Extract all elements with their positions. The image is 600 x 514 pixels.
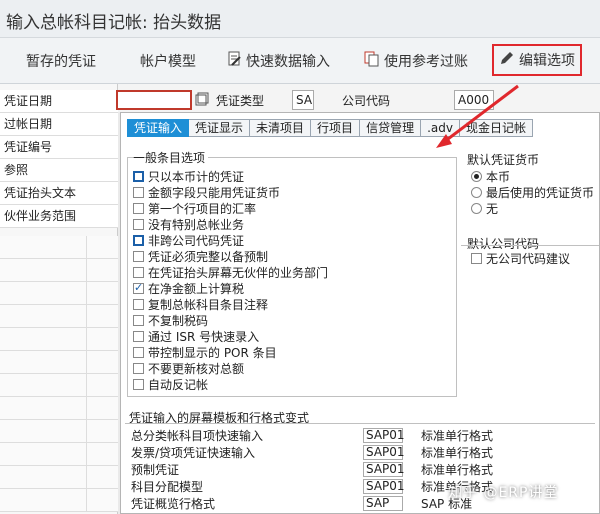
- tab-document-display[interactable]: 凭证显示: [189, 119, 251, 137]
- general-options-title: 一般条目选项: [133, 149, 209, 166]
- radio-button[interactable]: [471, 202, 482, 214]
- checkbox[interactable]: [133, 330, 144, 342]
- left-field-label: 凭证编号: [0, 136, 118, 159]
- left-field-label: 伙伴业务范围: [0, 205, 118, 228]
- checkbox[interactable]: [133, 186, 144, 198]
- checkbox[interactable]: [133, 266, 144, 278]
- option-no-update-totals[interactable]: 不要更新核对总额: [133, 360, 244, 376]
- option-no-partner-ba[interactable]: 在凭证抬头屏幕无伙伴的业务部门: [133, 264, 328, 280]
- checkbox[interactable]: [471, 252, 482, 264]
- checkbox[interactable]: [133, 346, 144, 358]
- option-no-copy-tax-code[interactable]: 不复制税码: [133, 312, 208, 328]
- tab-line-items[interactable]: 行项目: [311, 119, 361, 137]
- template-code-input[interactable]: SAP01: [363, 428, 405, 443]
- pencil-icon: [499, 50, 515, 70]
- grid-row: [0, 420, 118, 443]
- template-code-input[interactable]: SAP01: [363, 445, 405, 460]
- option-first-item-rate[interactable]: 第一个行项目的汇率: [133, 200, 256, 216]
- edit-options-button[interactable]: 编辑选项: [492, 44, 582, 76]
- checkbox[interactable]: [133, 281, 144, 294]
- document-date-input[interactable]: [116, 90, 192, 110]
- grid-row: [0, 351, 118, 374]
- grid-row: [0, 236, 118, 259]
- option-doc-currency-only[interactable]: 金额字段只能用凭证货币: [133, 184, 280, 200]
- checkbox[interactable]: [133, 314, 144, 326]
- option-local-currency-only[interactable]: 只以本币计的凭证: [133, 168, 244, 184]
- tab-document-entry[interactable]: 凭证输入: [127, 119, 190, 137]
- grid-row: [0, 374, 118, 397]
- window-title: 输入总帐科目记帐: 抬头数据: [6, 13, 222, 33]
- checkbox[interactable]: [133, 218, 144, 230]
- grid-row: [0, 443, 118, 466]
- checkbox[interactable]: [133, 250, 144, 262]
- option-no-company-proposal[interactable]: 无公司代码建议: [471, 250, 570, 266]
- grid-row: [0, 489, 118, 512]
- toolbar: 暂存的凭证 帐户模型 快速数据输入 使用参考过账 编辑选项: [0, 38, 600, 84]
- option-no-cross-company[interactable]: 非跨公司代码凭证: [133, 232, 244, 248]
- option-complete-for-parking[interactable]: 凭证必须完整以备预制: [133, 248, 268, 264]
- company-code-input[interactable]: A000: [454, 90, 494, 110]
- grid-row: [0, 328, 118, 351]
- checkbox[interactable]: [133, 298, 144, 310]
- options-tabs: 凭证输入 凭证显示 未清项目 行项目 信贷管理 .adv 现金日记帐: [127, 119, 533, 137]
- option-copy-gl-text[interactable]: 复制总帐科目条目注释: [133, 296, 268, 312]
- grid-row: [0, 397, 118, 420]
- templates-divider: [125, 423, 595, 424]
- grid-row: [0, 259, 118, 282]
- account-model-button[interactable]: 帐户模型: [140, 49, 196, 73]
- checkbox[interactable]: [133, 362, 144, 374]
- calendar-icon[interactable]: [195, 92, 209, 106]
- watermark: 知乎 @ERP讲堂: [448, 485, 559, 501]
- fast-data-entry-button[interactable]: 快速数据输入: [228, 49, 330, 73]
- template-code-input[interactable]: SAP01: [363, 462, 405, 477]
- table-row: 总分类帐科目项快速输入 SAP01 标准单行格式: [131, 428, 494, 443]
- tab-cash-journal[interactable]: 现金日记帐: [459, 119, 533, 137]
- left-field-label: 过帐日期: [0, 113, 118, 136]
- document-type-input[interactable]: SA: [292, 90, 314, 110]
- edit-options-dialog: 凭证输入 凭证显示 未清项目 行项目 信贷管理 .adv 现金日记帐 一般条目选…: [120, 112, 600, 514]
- checkbox[interactable]: [133, 170, 144, 182]
- radio-no-currency[interactable]: 无: [471, 200, 498, 216]
- currency-group-title: 默认凭证货币: [467, 151, 543, 168]
- option-tax-on-net[interactable]: 在净金额上计算税: [133, 280, 244, 296]
- left-field-label: 参照: [0, 159, 118, 182]
- tab-credit-management[interactable]: 信贷管理: [360, 119, 422, 137]
- document-edit-icon: [228, 51, 242, 71]
- grid-row: [0, 305, 118, 328]
- table-row: 预制凭证 SAP01 标准单行格式: [131, 462, 494, 477]
- grid-row: [0, 282, 118, 305]
- company-code-label: 公司代码: [342, 94, 391, 108]
- tab-advanced[interactable]: .adv: [421, 119, 460, 137]
- radio-local-currency[interactable]: 本币: [471, 168, 510, 184]
- radio-button[interactable]: [471, 170, 482, 182]
- copy-document-icon: [364, 51, 380, 71]
- radio-button[interactable]: [471, 186, 482, 198]
- checkbox[interactable]: [133, 202, 144, 214]
- table-row: 发票/贷项凭证快速输入 SAP01 标准单行格式: [131, 445, 494, 460]
- radio-last-used-currency[interactable]: 最后使用的凭证货币: [471, 184, 594, 200]
- checkbox[interactable]: [133, 234, 144, 246]
- checkbox[interactable]: [133, 378, 144, 390]
- grid-row: [0, 466, 118, 489]
- option-auto-reverse[interactable]: 自动反记帐: [133, 376, 208, 392]
- document-type-label: 凭证类型: [216, 94, 265, 108]
- template-code-input[interactable]: SAP: [363, 496, 403, 511]
- title-bar: 输入总帐科目记帐: 抬头数据: [0, 0, 600, 38]
- left-field-label: 凭证日期: [0, 90, 118, 113]
- post-with-reference-button[interactable]: 使用参考过账: [364, 49, 468, 73]
- company-group-divider: [461, 245, 599, 246]
- header-fields-panel: 凭证日期 过帐日期 凭证编号 参照 凭证抬头文本 伙伴业务范围: [0, 84, 118, 514]
- option-isr-fast-entry[interactable]: 通过 ISR 号快速录入: [133, 328, 259, 344]
- template-code-input[interactable]: SAP01: [363, 479, 405, 494]
- left-field-label: 凭证抬头文本: [0, 182, 118, 205]
- tab-open-items[interactable]: 未清项目: [250, 119, 312, 137]
- option-por-entry[interactable]: 带控制显示的 POR 条目: [133, 344, 277, 360]
- parked-documents-button[interactable]: 暂存的凭证: [26, 49, 96, 73]
- option-no-special-gl[interactable]: 没有特别总帐业务: [133, 216, 244, 232]
